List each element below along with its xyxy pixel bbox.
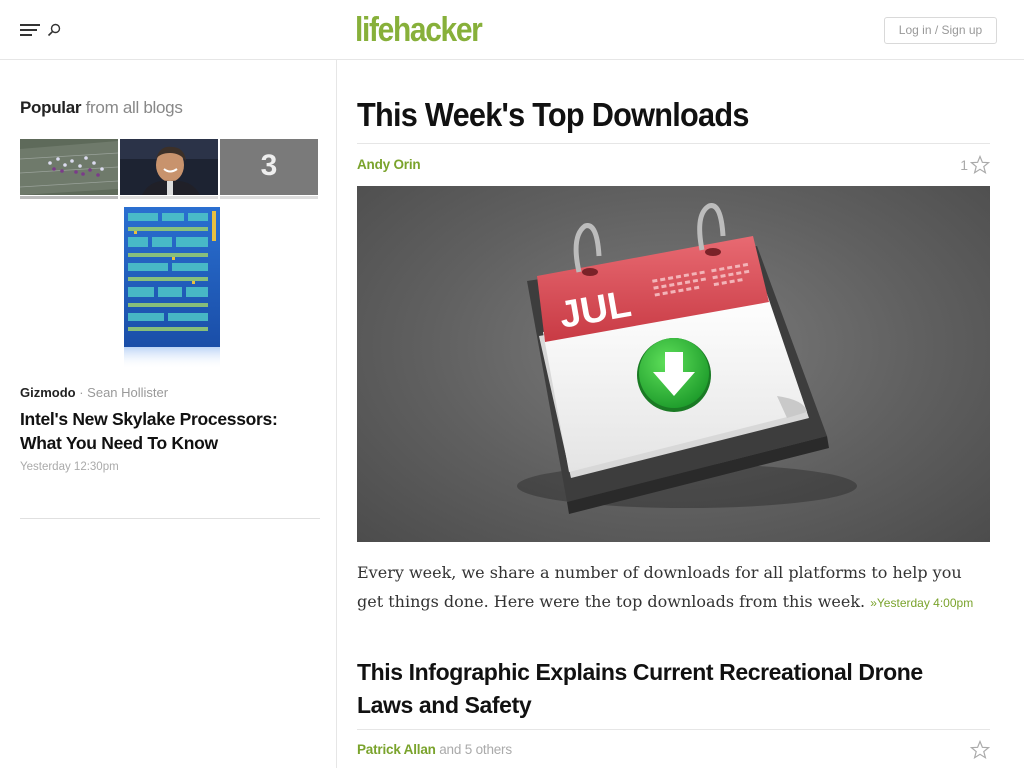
thumbnail-numbered[interactable]: 3 <box>220 139 318 195</box>
article-like-count: 1 <box>960 157 968 173</box>
sidebar: Popular from all blogs 3 Gizmodo · Sean … <box>0 60 337 768</box>
popular-story-time: Yesterday 12:30pm <box>20 461 119 473</box>
popular-author[interactable]: Sean Hollister <box>87 385 168 400</box>
popular-thumbnails: 3 <box>20 139 320 199</box>
sidebar-divider <box>20 518 320 519</box>
title-divider <box>357 143 990 144</box>
thumbnail-portrait[interactable] <box>120 139 218 195</box>
popular-source: Gizmodo · Sean Hollister <box>20 385 168 400</box>
star-icon[interactable] <box>970 155 990 175</box>
star-icon-2[interactable] <box>970 740 990 760</box>
thumbnail-number: 3 <box>260 149 278 182</box>
popular-story-title[interactable]: Intel's New Skylake Processors: What You… <box>20 407 320 455</box>
popular-heading: Popular from all blogs <box>20 98 183 118</box>
article-time-link[interactable]: »Yesterday 4:00pm <box>870 596 973 610</box>
popular-heading-light: from all blogs <box>85 98 183 117</box>
logo-hacker: hacker <box>392 11 483 49</box>
popular-blog-name[interactable]: Gizmodo <box>20 385 76 400</box>
logo-life: life <box>355 11 394 49</box>
popular-heading-bold: Popular <box>20 98 82 117</box>
top-bar: lifehacker Log in / Sign up <box>0 0 1024 60</box>
article-author-2-others[interactable]: and 5 others <box>439 742 512 757</box>
thumbnail-football[interactable] <box>20 139 118 195</box>
popular-separator: · <box>75 385 88 400</box>
article-excerpt: Every week, we share a number of downloa… <box>357 558 990 618</box>
lifehacker-logo[interactable]: lifehacker <box>355 10 483 50</box>
title-divider-2 <box>357 729 990 730</box>
article-author-2-name[interactable]: Patrick Allan <box>357 742 436 757</box>
article-author[interactable]: Andy Orin <box>357 157 421 172</box>
search-icon[interactable] <box>47 23 61 37</box>
article-author-2: Patrick Allan and 5 others <box>357 742 512 757</box>
article-title[interactable]: This Week's Top Downloads <box>357 94 749 136</box>
login-button[interactable]: Log in / Sign up <box>884 17 997 44</box>
menu-icon[interactable] <box>20 23 40 37</box>
article-hero-image[interactable]: JUL <box>357 186 990 542</box>
skylake-chip-image[interactable] <box>122 207 224 369</box>
article-title-2[interactable]: This Infographic Explains Current Recrea… <box>357 656 977 722</box>
